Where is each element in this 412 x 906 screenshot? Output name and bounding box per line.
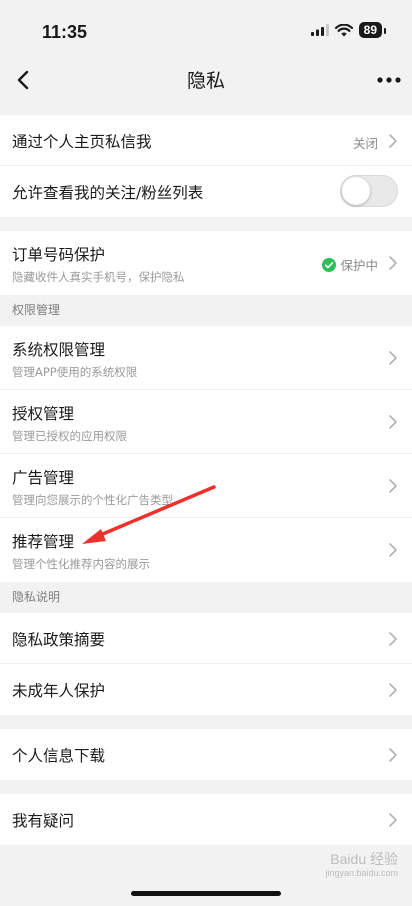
row-label: 广告管理 bbox=[12, 469, 75, 487]
watermark-text: Baidu 经验 bbox=[330, 851, 398, 867]
chevron-right-icon bbox=[389, 351, 397, 365]
row-personal-info-download[interactable]: 个人信息下载 bbox=[0, 729, 412, 780]
row-questions[interactable]: 我有疑问 bbox=[0, 794, 412, 845]
row-value: 关闭 bbox=[352, 136, 378, 151]
row-system-permissions[interactable]: 系统权限管理 管理APP使用的系统权限 bbox=[0, 326, 412, 390]
row-follow-list-visibility: 允许查看我的关注/粉丝列表 bbox=[0, 166, 412, 217]
row-label: 系统权限管理 bbox=[12, 341, 106, 359]
status-icons: 89 bbox=[310, 22, 387, 38]
row-description: 管理APP使用的系统权限 bbox=[12, 365, 138, 379]
page-title: 隐私 bbox=[186, 70, 225, 92]
check-circle-icon bbox=[322, 257, 337, 272]
watermark-url: jingyan.baidu.com bbox=[325, 868, 398, 878]
chevron-right-icon bbox=[389, 479, 397, 493]
row-minor-protection[interactable]: 未成年人保护 bbox=[0, 664, 412, 715]
home-indicator[interactable] bbox=[131, 891, 281, 896]
row-privacy-policy-summary[interactable]: 隐私政策摘要 bbox=[0, 613, 412, 664]
protection-status-label: 保护中 bbox=[340, 258, 378, 273]
row-label: 个人信息下载 bbox=[12, 747, 106, 765]
section-gap bbox=[0, 780, 412, 794]
row-private-message[interactable]: 通过个人主页私信我 关闭 bbox=[0, 115, 412, 166]
row-label: 通过个人主页私信我 bbox=[12, 133, 152, 151]
chevron-right-icon bbox=[389, 543, 397, 557]
row-label: 隐私政策摘要 bbox=[12, 631, 106, 649]
row-label: 我有疑问 bbox=[12, 812, 75, 830]
row-order-number-protection[interactable]: 订单号码保护 隐藏收件人真实手机号，保护隐私 保护中 bbox=[0, 231, 412, 295]
navigation-bar: 隐私 bbox=[0, 60, 412, 100]
row-label: 允许查看我的关注/粉丝列表 bbox=[12, 184, 204, 202]
row-label: 推荐管理 bbox=[12, 533, 75, 551]
signal-icon bbox=[310, 24, 329, 36]
chevron-right-icon bbox=[389, 256, 397, 270]
row-description: 管理向您展示的个性化广告类型 bbox=[12, 493, 173, 507]
section-gap bbox=[0, 715, 412, 729]
row-label: 未成年人保护 bbox=[12, 682, 106, 700]
status-bar: 11:35 89 bbox=[0, 0, 412, 60]
settings-list: 通过个人主页私信我 关闭 允许查看我的关注/粉丝列表 订单号码保护 隐藏收件人真… bbox=[0, 115, 412, 845]
section-gap bbox=[0, 217, 412, 231]
row-description: 管理个性化推荐内容的展示 bbox=[12, 557, 150, 571]
row-label: 订单号码保护 bbox=[12, 246, 106, 264]
row-ad-management[interactable]: 广告管理 管理向您展示的个性化广告类型 bbox=[0, 454, 412, 518]
more-icon[interactable] bbox=[376, 68, 402, 92]
row-authorization-management[interactable]: 授权管理 管理已授权的应用权限 bbox=[0, 390, 412, 454]
toggle-knob bbox=[342, 177, 370, 205]
watermark: Baidu 经验 jingyan.baidu.com bbox=[325, 852, 398, 880]
chevron-right-icon bbox=[389, 683, 397, 697]
section-header-permissions: 权限管理 bbox=[0, 295, 412, 326]
battery-icon: 89 bbox=[358, 22, 387, 38]
chevron-right-icon bbox=[389, 748, 397, 762]
chevron-right-icon bbox=[389, 813, 397, 827]
chevron-right-icon bbox=[389, 632, 397, 646]
row-recommendation-management[interactable]: 推荐管理 管理个性化推荐内容的展示 bbox=[0, 518, 412, 582]
row-description: 隐藏收件人真实手机号，保护隐私 bbox=[12, 270, 185, 284]
row-description: 管理已授权的应用权限 bbox=[12, 429, 127, 443]
chevron-right-icon bbox=[389, 415, 397, 429]
status-time: 11:35 bbox=[42, 22, 88, 42]
wifi-icon bbox=[334, 23, 353, 36]
protection-status: 保护中 bbox=[322, 255, 378, 274]
section-header-privacy-notes: 隐私说明 bbox=[0, 582, 412, 613]
follow-list-toggle[interactable] bbox=[340, 175, 398, 207]
row-label: 授权管理 bbox=[12, 405, 75, 423]
chevron-right-icon bbox=[389, 134, 397, 148]
